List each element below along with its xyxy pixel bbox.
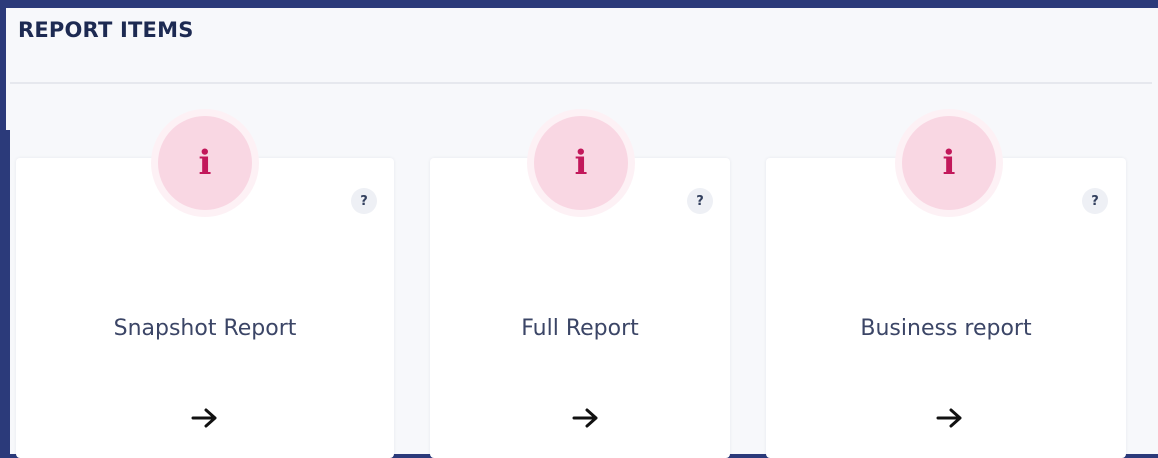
info-icon-glyph: i bbox=[942, 143, 956, 183]
info-icon-glyph: i bbox=[198, 143, 212, 183]
info-icon: i bbox=[158, 116, 252, 210]
card-label: Full Report bbox=[521, 316, 639, 341]
section-divider bbox=[10, 82, 1152, 84]
info-icon-glyph: i bbox=[574, 143, 588, 183]
arrow-right-icon[interactable] bbox=[185, 398, 225, 438]
section-title: REPORT ITEMS bbox=[18, 18, 194, 42]
frame-border-left bbox=[6, 130, 10, 454]
card-label: Snapshot Report bbox=[113, 316, 297, 341]
arrow-right-icon[interactable] bbox=[566, 398, 606, 438]
help-button[interactable]: ? bbox=[687, 188, 713, 214]
card-label: Business report bbox=[860, 316, 1032, 341]
info-icon: i bbox=[902, 116, 996, 210]
info-icon: i bbox=[534, 116, 628, 210]
help-button[interactable]: ? bbox=[351, 188, 377, 214]
help-button[interactable]: ? bbox=[1082, 188, 1108, 214]
arrow-right-icon[interactable] bbox=[930, 398, 970, 438]
